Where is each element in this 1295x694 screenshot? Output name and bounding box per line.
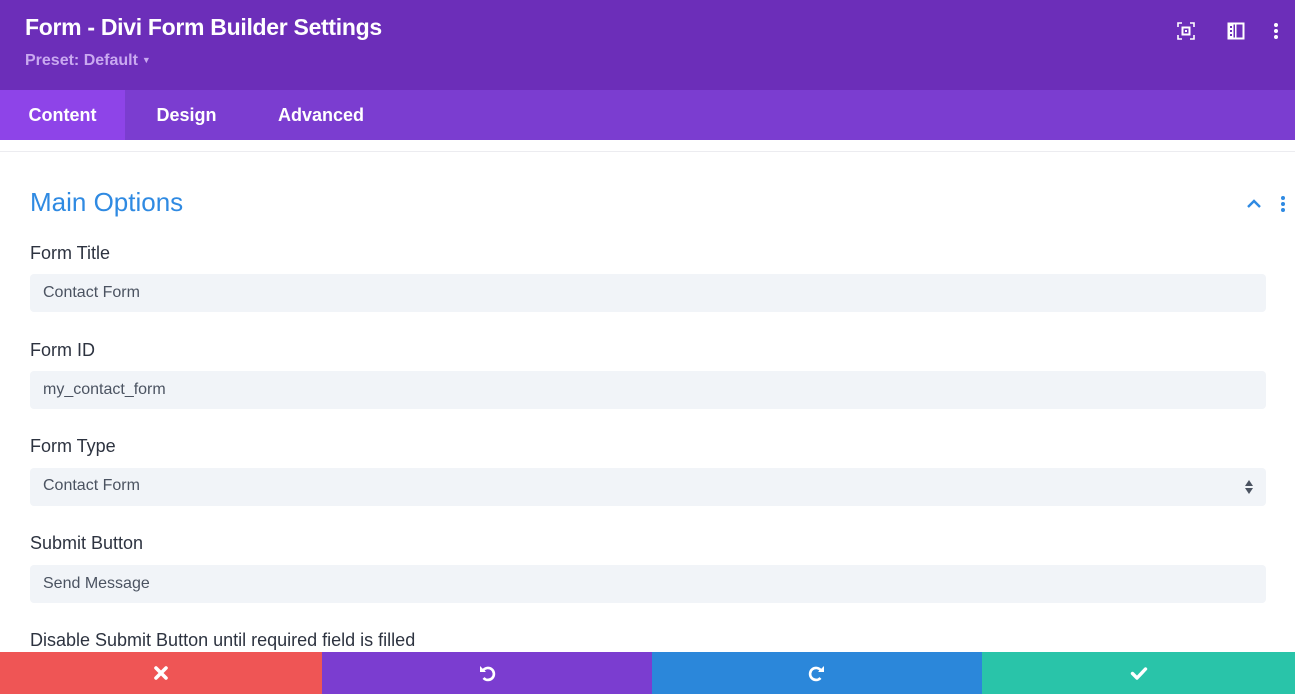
discard-button[interactable] [0, 652, 322, 694]
select-arrows-icon [1244, 479, 1254, 495]
disable-submit-label: Disable Submit Button until required fie… [30, 630, 416, 650]
chevron-up-icon[interactable] [1244, 194, 1264, 214]
form-type-selected: Contact Form [43, 477, 140, 494]
redo-icon [808, 666, 824, 682]
undo-icon [480, 666, 496, 682]
redo-button[interactable] [652, 652, 982, 694]
caret-down-icon: ▼ [141, 55, 151, 65]
focus-mode-icon[interactable] [1175, 20, 1197, 42]
modal-title: Form - Divi Form Builder Settings [25, 14, 382, 40]
form-title-input[interactable] [30, 274, 1266, 312]
save-button[interactable] [982, 652, 1295, 694]
tab-bar: Content Design Advanced [0, 90, 1295, 140]
tab-content[interactable]: Content [0, 90, 125, 140]
tab-design[interactable]: Design [125, 90, 248, 140]
submit-button-label: Submit Button [30, 533, 144, 553]
tab-advanced[interactable]: Advanced [248, 90, 394, 140]
form-type-label: Form Type [30, 436, 116, 456]
section-title[interactable]: Main Options [30, 187, 183, 218]
footer-action-bar [0, 652, 1295, 694]
preset-label: Preset: Default [25, 52, 138, 69]
section-more-icon[interactable] [1276, 194, 1290, 214]
divider [0, 151, 1295, 152]
check-icon [1130, 667, 1147, 680]
sidebar-layout-icon[interactable] [1225, 20, 1247, 42]
more-options-icon[interactable] [1268, 20, 1284, 42]
form-type-select[interactable]: Contact Form [30, 468, 1266, 506]
preset-dropdown[interactable]: Preset: Default ▼ [25, 52, 151, 70]
form-title-label: Form Title [30, 243, 111, 263]
close-icon [154, 666, 168, 680]
form-id-input[interactable] [30, 371, 1266, 409]
form-id-label: Form ID [30, 340, 95, 360]
settings-header: Form - Divi Form Builder Settings Preset… [0, 0, 1295, 90]
undo-button[interactable] [322, 652, 652, 694]
submit-button-input[interactable] [30, 565, 1266, 603]
